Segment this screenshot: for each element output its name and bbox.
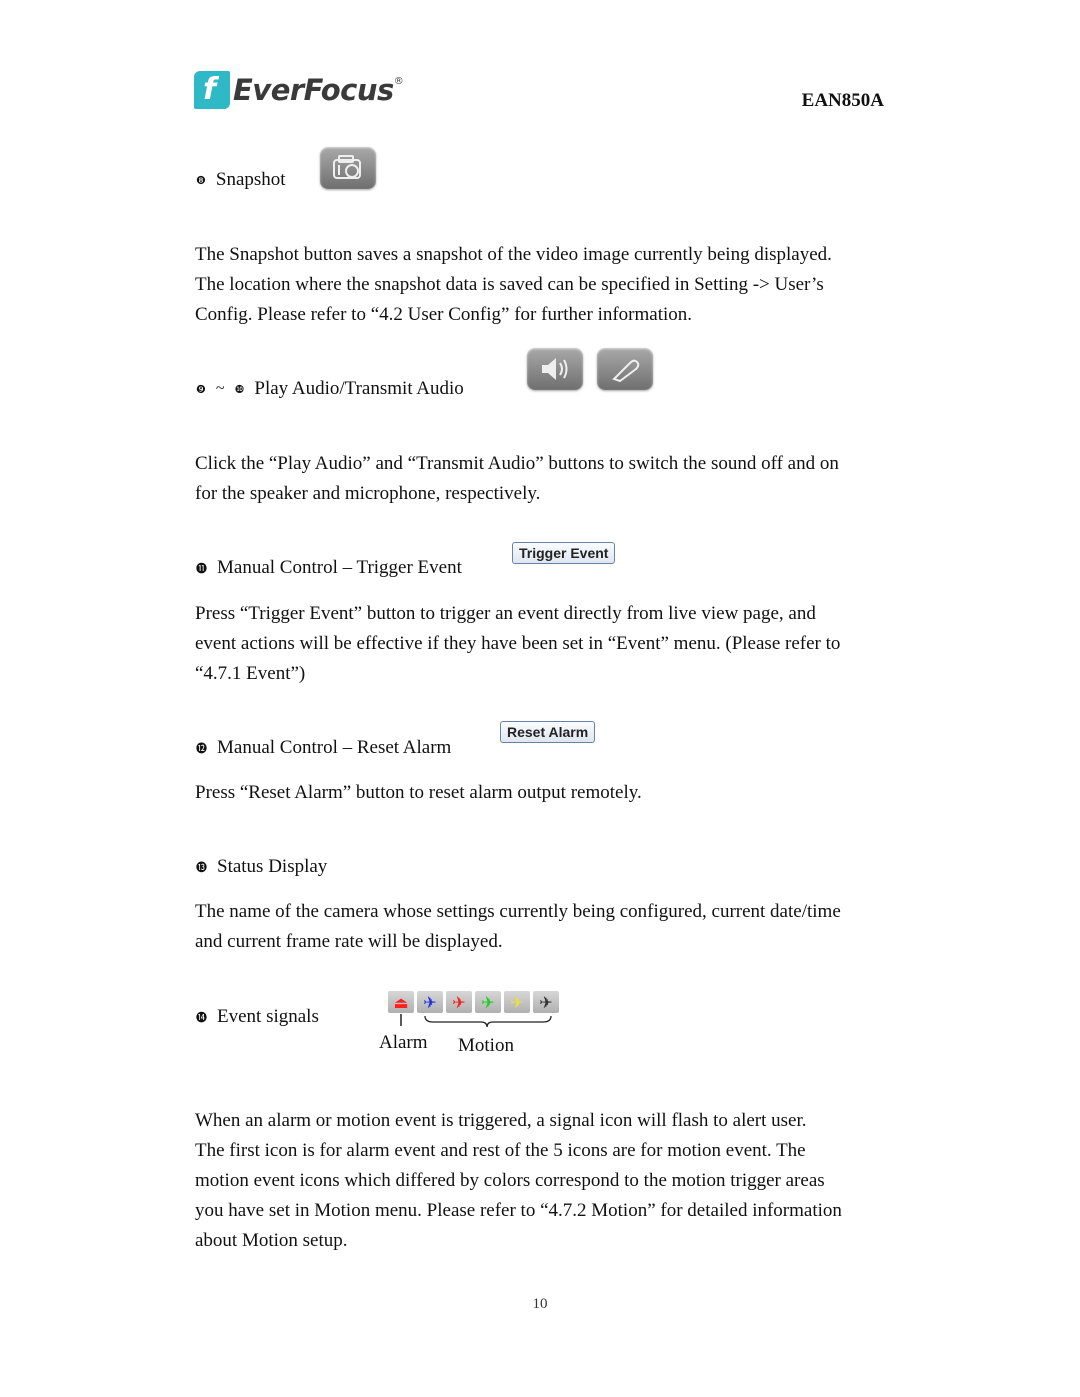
reset-alarm-description: Press “Reset Alarm” button to reset alar… <box>195 778 885 808</box>
motion-icon-green: ✈ <box>475 991 501 1013</box>
bullet-11: ⓫ <box>196 562 207 575</box>
signal-glyph: ✈ <box>481 992 495 1012</box>
text-line: about Motion setup. <box>195 1230 348 1251</box>
event-signals-heading: ⓮ Event signals <box>196 1006 319 1028</box>
motion-icon-yellow: ✈ <box>504 991 530 1013</box>
status-display-heading: ⓭ Status Display <box>196 856 327 878</box>
status-display-description: The name of the camera whose settings cu… <box>195 897 885 957</box>
snapshot-description: The Snapshot button saves a snapshot of … <box>195 240 885 330</box>
text-line: “4.7.1 Event”) <box>195 663 306 684</box>
signal-glyph: ✈ <box>539 992 553 1012</box>
trigger-event-button[interactable]: Trigger Event <box>512 542 616 564</box>
everfocus-logo: f EverFocus ® <box>194 70 404 110</box>
trigger-event-heading: ⓫ Manual Control – Trigger Event <box>196 557 462 579</box>
range-tilde: ~ <box>215 380 225 397</box>
model-name: EAN850A <box>801 90 884 111</box>
bullet-9: ❾ <box>196 382 206 396</box>
snapshot-button[interactable] <box>320 147 376 189</box>
text-line: for the speaker and microphone, respecti… <box>195 483 541 504</box>
camera-icon <box>333 155 361 179</box>
snapshot-title: Snapshot <box>215 169 286 190</box>
bullet-14: ⓮ <box>196 1011 207 1024</box>
trigger-event-title: Manual Control – Trigger Event <box>217 557 462 578</box>
text-line: Press “Trigger Event” button to trigger … <box>195 603 816 624</box>
registered-mark: ® <box>393 76 404 87</box>
signal-annotation <box>400 1014 552 1028</box>
text-line: and current frame rate will be displayed… <box>195 931 503 952</box>
transmit-audio-button[interactable] <box>597 348 653 390</box>
signal-glyph: ✈ <box>423 992 437 1012</box>
logo-letter: f <box>203 72 217 107</box>
bullet-13: ⓭ <box>196 861 207 874</box>
signal-glyph: ✈ <box>452 992 466 1012</box>
reset-alarm-heading: ⓬ Manual Control – Reset Alarm <box>196 737 451 759</box>
text-line: The Snapshot button saves a snapshot of … <box>195 244 832 265</box>
status-display-title: Status Display <box>217 856 328 877</box>
bullet-10: ❿ <box>234 382 245 396</box>
audio-heading: ❾ ~ ❿ Play Audio/Transmit Audio <box>196 378 464 400</box>
motion-brace <box>424 1015 552 1028</box>
logo-mark-icon: f <box>194 71 230 109</box>
motion-label: Motion <box>458 1035 514 1056</box>
motion-icon-blue: ✈ <box>417 991 443 1013</box>
text-line: you have set in Motion menu. Please refe… <box>195 1200 842 1221</box>
bullet-12: ⓬ <box>196 742 207 755</box>
event-signals-title: Event signals <box>217 1006 319 1027</box>
event-signal-icons: ⏏ ✈ ✈ ✈ ✈ ✈ <box>388 991 559 1013</box>
signal-glyph: ⏏ <box>393 992 409 1012</box>
motion-icon-red: ✈ <box>446 991 472 1013</box>
reset-alarm-title: Manual Control – Reset Alarm <box>217 737 452 758</box>
alarm-icon: ⏏ <box>388 991 414 1013</box>
text-line: The first icon is for alarm event and re… <box>195 1140 806 1161</box>
alarm-label: Alarm <box>379 1032 428 1053</box>
text-line: motion event icons which differed by col… <box>195 1170 825 1191</box>
snapshot-heading: ❽ Snapshot <box>196 169 286 191</box>
trigger-event-description: Press “Trigger Event” button to trigger … <box>195 599 885 689</box>
text-line: Config. Please refer to “4.2 User Config… <box>195 304 693 325</box>
brand-name: EverFocus <box>233 73 394 107</box>
play-audio-button[interactable] <box>527 348 583 390</box>
text-line: Press “Reset Alarm” button to reset alar… <box>195 782 642 803</box>
speaker-icon <box>542 358 568 380</box>
audio-description: Click the “Play Audio” and “Transmit Aud… <box>195 449 885 509</box>
reset-alarm-button[interactable]: Reset Alarm <box>500 721 596 743</box>
text-line: event actions will be effective if they … <box>195 633 841 654</box>
text-line: When an alarm or motion event is trigger… <box>195 1110 807 1131</box>
page-number: 10 <box>532 1296 548 1312</box>
text-line: The name of the camera whose settings cu… <box>195 901 841 922</box>
microphone-icon <box>612 359 640 383</box>
motion-icon-gray: ✈ <box>533 991 559 1013</box>
event-signals-description: When an alarm or motion event is trigger… <box>195 1106 885 1256</box>
audio-title: Play Audio/Transmit Audio <box>254 378 464 399</box>
bullet-8: ❽ <box>196 173 206 187</box>
text-line: The location where the snapshot data is … <box>195 274 824 295</box>
signal-glyph: ✈ <box>510 992 524 1012</box>
text-line: Click the “Play Audio” and “Transmit Aud… <box>195 453 839 474</box>
